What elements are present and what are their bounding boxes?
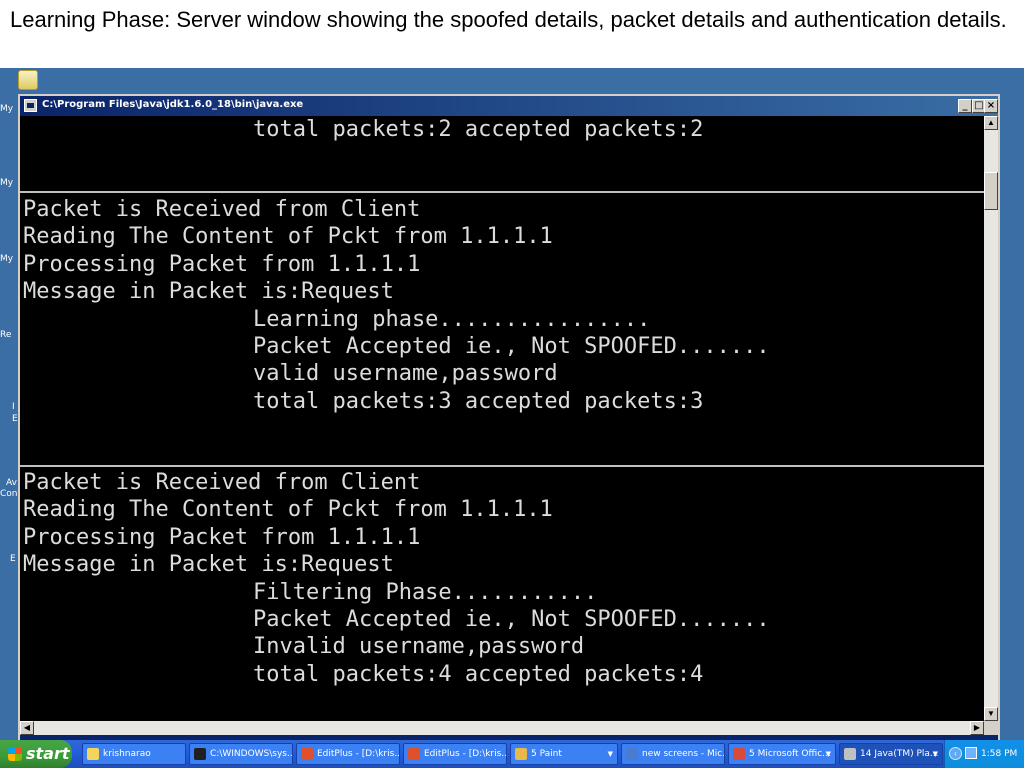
folder-icon xyxy=(87,748,99,760)
editplus-icon xyxy=(301,748,313,760)
desktop-folder-icon[interactable] xyxy=(18,70,38,90)
desktop-icon-label[interactable]: My xyxy=(0,104,13,114)
taskbar-button-label: 14 Java(TM) Pla... xyxy=(860,749,939,759)
vertical-scroll-thumb[interactable] xyxy=(984,172,998,210)
console-block: total packets:2 accepted packets:2 xyxy=(20,116,984,143)
chevron-down-icon: ▼ xyxy=(607,750,613,758)
console-line: total packets:3 accepted packets:3 xyxy=(253,388,704,414)
taskbar-button-explorer[interactable]: krishnarao xyxy=(82,743,186,765)
taskbar-button-label: EditPlus - [D:\kris... xyxy=(424,749,507,759)
close-button[interactable]: × xyxy=(984,99,998,113)
console-line: total packets:4 accepted packets:4 xyxy=(253,661,704,687)
desktop-icon-label[interactable]: My xyxy=(0,254,13,264)
resize-grip-icon[interactable] xyxy=(984,721,998,735)
vertical-scrollbar[interactable]: ▲ ▼ xyxy=(984,116,998,721)
console-line: valid username,password xyxy=(253,361,558,387)
console-line: Message in Packet is:Request xyxy=(23,279,394,305)
console-line: Invalid username,password xyxy=(253,634,585,660)
console-icon xyxy=(194,748,206,760)
taskbar-button-editplus-1[interactable]: EditPlus - [D:\kris... xyxy=(296,743,400,765)
office-icon xyxy=(733,748,745,760)
network-tray-icon[interactable] xyxy=(965,747,977,759)
scroll-left-arrow-icon[interactable]: ◀ xyxy=(20,721,34,735)
minimize-button[interactable]: _ xyxy=(958,99,972,113)
console-line: Processing Packet from 1.1.1.1 xyxy=(23,251,421,277)
desktop-icon-label[interactable]: I xyxy=(12,402,15,412)
slide-caption: Learning Phase: Server window showing th… xyxy=(10,7,1007,32)
desktop: My My My Re I E Av Con E C:\Program File… xyxy=(0,68,1024,740)
scroll-down-arrow-icon[interactable]: ▼ xyxy=(984,707,998,721)
desktop-icon-label[interactable]: E xyxy=(10,554,16,564)
window-title: C:\Program Files\Java\jdk1.6.0_18\bin\ja… xyxy=(42,99,304,110)
console-line: Learning phase................ xyxy=(253,306,651,332)
console-line: Reading The Content of Pckt from 1.1.1.1 xyxy=(23,224,553,250)
taskbar-button-label: EditPlus - [D:\kris... xyxy=(317,749,400,759)
console-separator xyxy=(20,191,984,193)
taskbar-button-label: 5 Paint xyxy=(531,749,562,759)
taskbar-button-label: krishnarao xyxy=(103,749,151,759)
desktop-icon-label[interactable]: Av xyxy=(6,478,17,488)
console-output[interactable]: total packets:2 accepted packets:2 Packe… xyxy=(20,116,984,721)
console-line: Packet Accepted ie., Not SPOOFED....... xyxy=(253,333,770,359)
console-line: Packet is Received from Client xyxy=(23,197,421,222)
console-line: Message in Packet is:Request xyxy=(23,552,394,578)
java-app-icon xyxy=(844,748,856,760)
paint-icon xyxy=(515,748,527,760)
window-titlebar[interactable]: C:\Program Files\Java\jdk1.6.0_18\bin\ja… xyxy=(20,96,998,116)
taskbar-button-editplus-2[interactable]: EditPlus - [D:\kris... xyxy=(403,743,507,765)
console-window: C:\Program Files\Java\jdk1.6.0_18\bin\ja… xyxy=(18,94,1000,740)
taskbar-button-paint[interactable]: 5 Paint ▼ xyxy=(510,743,618,765)
system-tray: ‹ 1:58 PM xyxy=(944,740,1024,768)
show-hidden-icons-chevron-icon[interactable]: ‹ xyxy=(949,747,962,760)
desktop-icon-label[interactable]: Re xyxy=(0,330,11,340)
desktop-icon-label[interactable]: Con xyxy=(0,489,18,499)
console-block: Packet is Received from Client Reading T… xyxy=(20,196,984,415)
console-line: Packet is Received from Client xyxy=(23,470,421,495)
console-line: Packet Accepted ie., Not SPOOFED....... xyxy=(253,606,770,632)
scroll-right-arrow-icon[interactable]: ▶ xyxy=(970,721,984,735)
start-button[interactable]: start xyxy=(0,740,72,768)
windows-logo-icon xyxy=(8,747,22,761)
desktop-icon-label[interactable]: My xyxy=(0,178,13,188)
taskbar-button-label: 5 Microsoft Offic... xyxy=(749,749,831,759)
desktop-icon-label[interactable]: E xyxy=(12,414,18,424)
taskbar-button-label: new screens - Mic... xyxy=(642,749,725,759)
horizontal-scrollbar[interactable]: ◀ ▶ xyxy=(20,721,984,735)
taskbar-button-office[interactable]: 5 Microsoft Offic... ▼ xyxy=(728,743,836,765)
console-app-icon[interactable] xyxy=(24,99,37,112)
taskbar-button-word[interactable]: new screens - Mic... xyxy=(621,743,725,765)
console-line: total packets:2 accepted packets:2 xyxy=(253,117,704,142)
taskbar-button-java[interactable]: 14 Java(TM) Pla... ▼ xyxy=(839,743,943,765)
taskbar-button-label: C:\WINDOWS\sys... xyxy=(210,749,293,759)
taskbar-button-cmd[interactable]: C:\WINDOWS\sys... xyxy=(189,743,293,765)
chevron-down-icon: ▼ xyxy=(932,750,938,758)
start-label: start xyxy=(26,744,70,763)
editplus-icon xyxy=(408,748,420,760)
console-line: Reading The Content of Pckt from 1.1.1.1 xyxy=(23,497,553,523)
taskbar: start krishnarao C:\WINDOWS\sys... EditP… xyxy=(0,740,1024,768)
chevron-down-icon: ▼ xyxy=(825,750,831,758)
word-document-icon xyxy=(626,748,638,760)
console-separator xyxy=(20,465,984,467)
taskbar-clock[interactable]: 1:58 PM xyxy=(981,740,1017,768)
scroll-up-arrow-icon[interactable]: ▲ xyxy=(984,116,998,130)
console-line: Filtering Phase........... xyxy=(253,579,598,605)
console-line: Processing Packet from 1.1.1.1 xyxy=(23,524,421,550)
console-block: Packet is Received from Client Reading T… xyxy=(20,469,984,688)
